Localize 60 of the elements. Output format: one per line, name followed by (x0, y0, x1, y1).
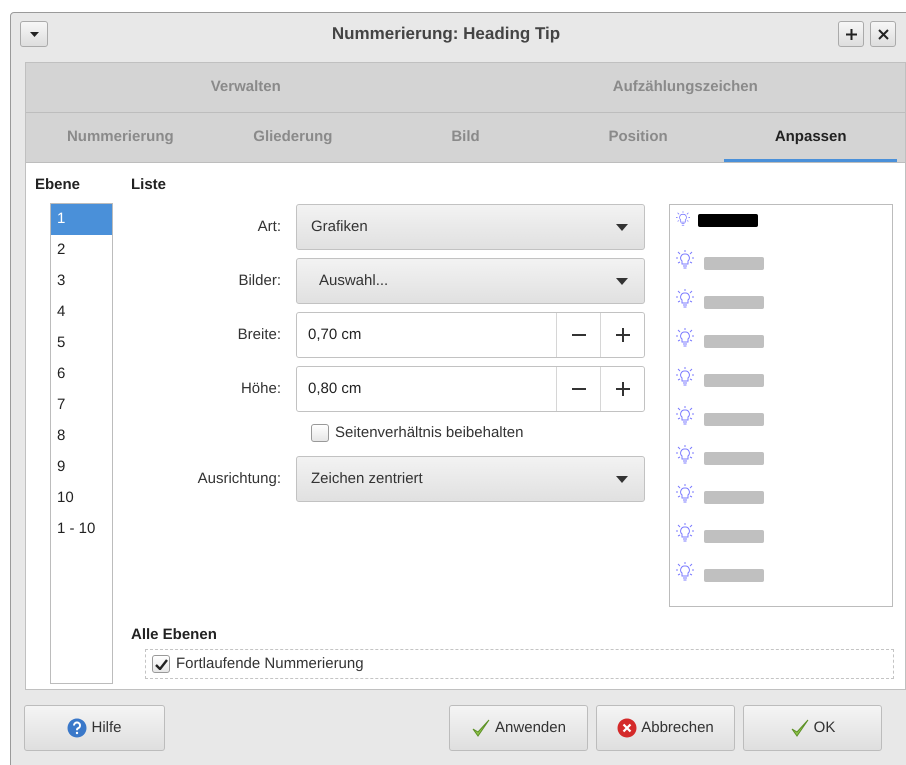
lightbulb-icon (676, 484, 694, 504)
lightbulb-icon (676, 211, 690, 227)
caret-icon (30, 32, 38, 36)
minus-icon (572, 334, 586, 336)
checkbox[interactable] (311, 424, 329, 442)
checkbox-label: Seitenverhältnis beibehalten (335, 422, 524, 443)
level-item[interactable]: 7 (51, 390, 112, 421)
section-heading: Ebene (35, 175, 82, 195)
checkbox[interactable] (152, 655, 170, 673)
plus-icon (616, 328, 630, 342)
lightbulb-icon (676, 289, 694, 309)
cancel-icon (617, 718, 638, 738)
plus-icon (846, 28, 856, 40)
tab[interactable]: Anpassen (724, 113, 897, 162)
caret-icon (616, 224, 628, 230)
cancel-button[interactable]: Abbrechen (596, 705, 735, 751)
minus-icon (572, 388, 586, 390)
lightbulb-icon (676, 406, 694, 426)
lightbulb-icon (676, 328, 694, 348)
section-heading: Liste (131, 175, 168, 195)
dropdown[interactable]: Zeichen zentriert (296, 456, 645, 502)
lightbulb-icon (676, 367, 694, 387)
level-item[interactable]: 2 (51, 235, 112, 266)
lightbulb-icon (676, 445, 694, 465)
level-item[interactable]: 10 (51, 483, 112, 514)
level-item[interactable]: 9 (51, 452, 112, 483)
help-button[interactable]: Hilfe (24, 705, 165, 751)
caret-icon (616, 278, 628, 284)
window-menu-button[interactable] (20, 21, 48, 47)
level-item[interactable]: 3 (51, 266, 112, 297)
field-label: Breite: (236, 324, 282, 345)
window-title: Nummerierung: Heading Tip (330, 23, 562, 46)
checkmark-icon (471, 718, 492, 738)
field-label: Höhe: (240, 378, 282, 399)
close-icon (878, 28, 888, 40)
close-button[interactable] (870, 21, 896, 47)
field-label: Art: (256, 216, 282, 237)
dropdown[interactable]: Auswahl... (296, 258, 645, 304)
level-item[interactable]: 1 - 10 (51, 514, 112, 545)
field-label: Bilder: (237, 270, 282, 291)
plus-icon (616, 382, 630, 396)
checkbox-label: Fortlaufende Nummerierung (176, 654, 364, 674)
spin-field[interactable]: 0,70 cm (296, 312, 645, 358)
help-icon (67, 718, 88, 738)
maximize-button[interactable] (838, 21, 864, 47)
checkmark-icon (790, 718, 810, 738)
field-label: Ausrichtung: (196, 468, 282, 489)
dropdown[interactable]: Grafiken (296, 204, 645, 250)
ok-button[interactable]: OK (743, 705, 882, 751)
lightbulb-icon (676, 562, 694, 582)
level-item[interactable]: 6 (51, 359, 112, 390)
level-item[interactable]: 8 (51, 421, 112, 452)
caret-icon (616, 476, 628, 482)
spin-field[interactable]: 0,80 cm (296, 366, 645, 412)
level-item[interactable]: 4 (51, 297, 112, 328)
section-heading: Alle Ebenen (131, 625, 218, 645)
lightbulb-icon (676, 523, 694, 543)
apply-button[interactable]: Anwenden (449, 705, 588, 751)
lightbulb-icon (676, 250, 694, 270)
level-item[interactable]: 5 (51, 328, 112, 359)
